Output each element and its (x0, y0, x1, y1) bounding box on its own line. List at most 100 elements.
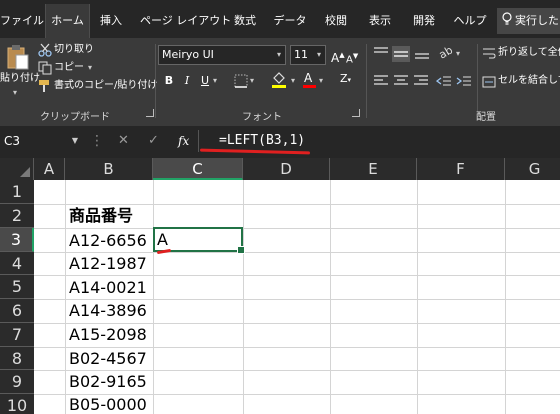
align-middle-icon[interactable] (392, 46, 410, 62)
scissors-icon (38, 43, 52, 57)
row-header-6[interactable]: 6 (0, 299, 34, 323)
font-group-label: フォント (242, 112, 282, 123)
fill-color-button[interactable] (270, 71, 292, 91)
confirm-entry-icon[interactable]: ✓ (148, 130, 159, 152)
wrap-text-button[interactable]: 折り返して全体 (482, 46, 560, 62)
chevron-down-icon[interactable]: ▾ (291, 74, 295, 88)
font-size-select[interactable]: 11 ▾ (290, 45, 326, 65)
select-all-corner[interactable] (0, 158, 34, 180)
lightbulb-icon (502, 12, 512, 25)
italic-button[interactable]: I (178, 72, 196, 90)
name-box[interactable]: C3 ▼ (0, 130, 84, 152)
row-header-8[interactable]: 8 (0, 347, 34, 370)
cell-b3[interactable]: A12-6656 (65, 229, 147, 252)
font-color-swatch (303, 85, 316, 88)
cell-b9[interactable]: B02-9165 (65, 370, 147, 393)
tab-page-layout[interactable]: ページ レイアウト (140, 4, 231, 38)
decrease-font-size-icon[interactable]: A▼ (346, 49, 358, 67)
column-header-a[interactable]: A (34, 158, 65, 180)
name-box-value: C3 (4, 134, 21, 148)
alignment-group-label: 配置 (476, 112, 496, 123)
tab-data[interactable]: データ (273, 4, 307, 38)
row-header-9[interactable]: 9 (0, 370, 34, 394)
tab-developer[interactable]: 開発 (408, 4, 440, 38)
column-header-f[interactable]: F (417, 158, 505, 180)
borders-icon[interactable] (234, 74, 248, 88)
chevron-down-icon[interactable]: ▾ (456, 47, 460, 61)
ribbon-tab-bar: ファイル ホーム 挿入 ページ レイアウト 数式 データ 校閲 表示 開発 ヘル… (0, 0, 560, 38)
increase-indent-icon[interactable] (456, 74, 472, 88)
row-header-2[interactable]: 2 (0, 204, 34, 228)
chevron-down-icon: ▾ (276, 50, 281, 59)
gridline (153, 180, 154, 414)
merge-center-button[interactable]: セルを結合して (482, 74, 560, 90)
formula-input[interactable]: =LEFT(B3,1) (198, 130, 560, 152)
increase-font-size-icon[interactable]: A▲ (331, 48, 345, 65)
column-header-g[interactable]: G (505, 158, 560, 180)
cell-b5[interactable]: A14-0021 (65, 276, 147, 299)
tab-home[interactable]: ホーム (45, 4, 90, 38)
chevron-down-icon[interactable]: ▾ (213, 74, 217, 88)
paste-icon (7, 45, 29, 70)
tell-me-label: 実行したい (515, 14, 560, 27)
decrease-indent-icon[interactable] (436, 74, 452, 88)
tab-view[interactable]: 表示 (364, 4, 396, 38)
tab-help[interactable]: ヘルプ (450, 4, 490, 38)
row-header-3[interactable]: 3 (0, 228, 34, 252)
clipboard-launcher-icon[interactable] (146, 109, 154, 117)
cell-b6[interactable]: A14-3896 (65, 299, 147, 322)
svg-text:ab: ab (438, 44, 455, 60)
more-options-icon[interactable]: ⋮ (90, 130, 104, 152)
align-center-icon[interactable] (393, 74, 409, 88)
tell-me-box[interactable]: 実行したい (497, 8, 560, 34)
chevron-down-icon[interactable]: ▾ (250, 74, 254, 88)
tab-review[interactable]: 校閲 (320, 4, 352, 38)
cut-label: 切り取り (54, 44, 94, 55)
chevron-down-icon[interactable]: ▾ (319, 74, 323, 88)
column-header-e[interactable]: E (330, 158, 417, 180)
column-header-d[interactable]: D (243, 158, 330, 180)
column-header-c[interactable]: C (153, 158, 243, 180)
cell-b2[interactable]: 商品番号 (65, 204, 133, 227)
paste-button[interactable]: 貼り付け ▾ (0, 42, 40, 100)
active-cell-border[interactable] (153, 227, 245, 254)
text-orientation-icon[interactable]: ab (438, 44, 456, 60)
paintbrush-icon (39, 80, 49, 92)
phonetic-guide-icon[interactable]: Z▾ (340, 72, 351, 87)
column-header-b[interactable]: B (65, 158, 153, 180)
gridline (243, 180, 244, 414)
chevron-down-icon: ▾ (316, 50, 321, 59)
cell-b4[interactable]: A12-1987 (65, 252, 147, 275)
cut-button[interactable]: 切り取り (38, 42, 148, 58)
bold-button[interactable]: B (160, 72, 178, 90)
cancel-entry-icon[interactable]: ✕ (118, 130, 129, 152)
copy-button[interactable]: コピー ▾ (38, 60, 148, 76)
insert-function-icon[interactable]: fx (178, 130, 189, 152)
row-header-1[interactable]: 1 (0, 180, 34, 204)
group-divider (155, 44, 156, 118)
align-top-icon[interactable] (373, 46, 389, 60)
align-left-icon[interactable] (373, 74, 389, 88)
tab-file[interactable]: ファイル (0, 4, 44, 38)
cell-b10[interactable]: B05-0000 (65, 393, 147, 414)
font-name-select[interactable]: Meiryo UI ▾ (158, 45, 286, 65)
cell-b8[interactable]: B02-4567 (65, 347, 147, 370)
font-size-value: 11 (294, 48, 308, 61)
copy-icon (38, 61, 52, 75)
row-header-4[interactable]: 4 (0, 252, 34, 275)
row-header-10[interactable]: 10 (0, 394, 34, 414)
tab-formulas[interactable]: 数式 (229, 4, 261, 38)
cell-b7[interactable]: A15-2098 (65, 323, 147, 346)
font-launcher-icon[interactable] (352, 109, 360, 117)
align-right-icon[interactable] (413, 74, 429, 88)
row-header-7[interactable]: 7 (0, 323, 34, 347)
underline-button[interactable]: U (196, 72, 214, 90)
merge-cells-icon (482, 76, 496, 88)
format-painter-button[interactable]: 書式のコピー/貼り付け (38, 78, 157, 94)
align-bottom-icon[interactable] (414, 46, 430, 60)
row-header-5[interactable]: 5 (0, 275, 34, 299)
tab-insert[interactable]: 挿入 (96, 4, 126, 38)
font-color-button[interactable]: A (301, 71, 319, 91)
wrap-text-label: 折り返して全体 (498, 47, 560, 58)
ribbon-home: 貼り付け ▾ 切り取り コピー ▾ 書式のコピー/貼り付け クリップボード Me… (0, 38, 560, 126)
